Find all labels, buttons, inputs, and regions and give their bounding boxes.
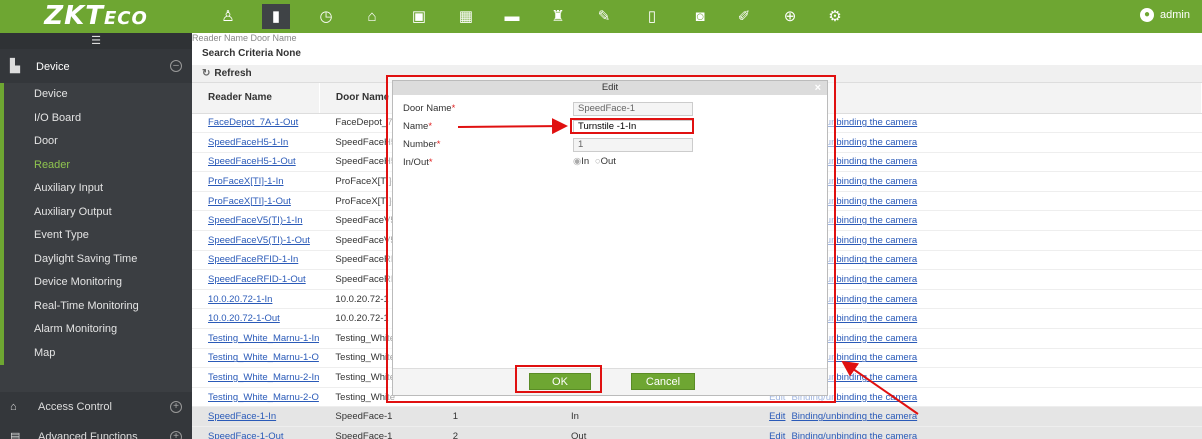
reader-name-link[interactable]: SpeedFaceH5-1-In [192,132,320,153]
in-out-label: In/Out* [403,157,433,168]
table-cell [495,406,556,427]
table-row[interactable]: SpeedFace-1-In SpeedFace-1 1 In Edit Binding/… [192,406,1202,427]
sidebar-section-device[interactable]: ▙ Device – [0,49,192,83]
dialog-footer: OK Cancel [393,368,827,395]
zkteco-logo: ZKTECO [0,0,192,33]
settings-icon[interactable]: ⚙ [821,4,849,29]
reader-name-link[interactable]: Testing_White_Marnu-1-O [192,348,320,369]
binding-camera-link[interactable]: Binding/unbinding the camera [791,431,917,439]
edit-link[interactable]: Edit [769,411,785,422]
name-label: Name* [403,121,433,132]
sidebar-item-daylight-saving-time[interactable]: Daylight Saving Time [0,247,192,271]
close-icon[interactable]: × [815,81,821,95]
expand-icon[interactable]: + [170,401,182,413]
phone-icon[interactable]: ▯ [638,4,666,29]
collapse-icon[interactable]: – [170,60,182,72]
device-icon: ▙ [10,58,20,73]
door-name-label: Door Name* [403,103,456,114]
table-row[interactable]: SpeedFace-1-Out SpeedFace-1 2 Out Edit Bindin… [192,426,1202,439]
sidebar-section-advanced-functions[interactable]: ▤ Advanced Functions + [0,422,192,439]
table-cell: 1 [436,406,496,427]
user-menu[interactable]: ● admin [1140,8,1190,22]
reader-name-link[interactable]: SpeedFaceRFID-1-In [192,250,320,271]
sidebar-section-access-control[interactable]: ⌂ Access Control + [0,392,192,422]
elevator-icon[interactable]: ⌂ [358,4,386,29]
sidebar-collapse-icon[interactable]: ☰ [0,33,192,49]
parking-icon[interactable]: ▦ [452,4,480,29]
sidebar-item-i-o-board[interactable]: I/O Board [0,106,192,130]
reader-name-link[interactable]: 10.0.20.72-1-In [192,289,320,310]
signature-icon[interactable]: ✎ [590,4,618,29]
sidebar-item-auxiliary-output[interactable]: Auxiliary Output [0,200,192,224]
advanced-icon: ▤ [10,431,21,439]
refresh-icon: ↻ [202,68,211,79]
dialog-title: Edit × [393,81,827,95]
reader-name-link[interactable]: SpeedFaceV5(TI)-1-In [192,210,320,232]
time-attendance-icon[interactable]: ◷ [312,4,340,29]
table-cell: Out [555,426,615,439]
table-cell [673,426,754,439]
table-cell: SpeedFace-1 [319,406,437,427]
reader-name-link[interactable]: ProFaceX[TI]-1-In [192,171,320,192]
in-out-radio-group: ◉In ○Out [573,156,616,167]
search-criteria: Search Criteria None [202,48,301,59]
personnel-icon[interactable]: ♙ [214,4,242,29]
reader-name-link[interactable]: 10.0.20.72-1-Out [192,308,320,330]
reader-name-link[interactable]: SpeedFace-1-Out [192,426,320,439]
sidebar-item-reader[interactable]: Reader [0,153,192,177]
sidebar: ☰ ▙ Device – Device I/O Board Door Reader Aux… [0,33,192,439]
search-field-labels: Reader Name Door Name [192,33,1202,43]
number-field: 1 [573,138,693,152]
sidebar-item-device[interactable]: Device [0,83,192,107]
reader-name-link[interactable]: SpeedFace-1-In [192,406,320,427]
reader-name-link[interactable]: Testing_White_Marnu-1-In [192,328,320,349]
sidebar-item-real-time-monitoring[interactable]: Real-Time Monitoring [0,294,192,318]
operations-cell: Edit Binding/unbinding the camera [753,406,1202,427]
reader-name-link[interactable]: Testing_White_Marnu-2-O [192,387,320,408]
sidebar-item-door[interactable]: Door [0,130,192,154]
sidebar-item-alarm-monitoring[interactable]: Alarm Monitoring [0,318,192,342]
reader-name-link[interactable]: SpeedFaceH5-1-Out [192,152,320,173]
edit-dialog: Edit × Door Name* SpeedFace-1 Name* Turns… [392,80,828,396]
table-cell: SpeedFace-1 [319,426,437,439]
number-label: Number* [403,139,441,150]
reader-name-link[interactable]: SpeedFaceRFID-1-Out [192,269,320,290]
visitor-icon[interactable]: ▣ [405,4,433,29]
video-icon[interactable]: ◙ [686,4,714,29]
access-control-icon[interactable]: ▮ [262,4,290,29]
top-navigation-bar: ZKTECO ♙ ▮ ◷ ⌂ ▣ ▦ ▬ ♜ ✎ ▯ ◙ ✐ ⊕ ⚙ ● admi… [0,0,1202,33]
table-cell [495,426,556,439]
avatar-icon: ● [1140,8,1155,22]
edit-link[interactable]: Edit [769,431,785,439]
table-cell [673,406,754,427]
table-cell [614,406,674,427]
patrol-icon[interactable]: ♜ [544,4,572,29]
cancel-button[interactable]: Cancel [631,373,695,390]
reader-name-link[interactable]: SpeedFaceV5(TI)-1-Out [192,230,320,251]
door-name-field: SpeedFace-1 [573,102,693,116]
reader-name-link[interactable]: Testing_White_Marnu-2-In [192,367,320,388]
table-cell: In [555,406,615,427]
access-control-icon: ⌂ [10,401,17,413]
security-icon[interactable]: ⊕ [776,4,804,29]
reader-name-link[interactable]: ProFaceX[TI]-1-Out [192,191,320,212]
column-header[interactable]: Reader Name [192,83,320,114]
table-cell [614,426,674,439]
table-cell: 2 [436,426,496,439]
sidebar-item-auxiliary-input[interactable]: Auxiliary Input [0,177,192,201]
ok-button[interactable]: OK [529,373,591,390]
reader-name-link[interactable]: FaceDepot_7A-1-Out [192,113,320,134]
sidebar-item-device-monitoring[interactable]: Device Monitoring [0,271,192,295]
name-input[interactable]: Turnstile -1-In [573,120,693,134]
car-icon[interactable]: ▬ [498,4,526,29]
expand-icon[interactable]: + [170,431,182,439]
operations-cell: Edit Binding/unbinding the camera [753,426,1202,439]
pen-icon[interactable]: ✐ [730,4,758,29]
sidebar-item-map[interactable]: Map [0,341,192,365]
sidebar-item-event-type[interactable]: Event Type [0,224,192,248]
binding-camera-link[interactable]: Binding/unbinding the camera [791,411,917,422]
